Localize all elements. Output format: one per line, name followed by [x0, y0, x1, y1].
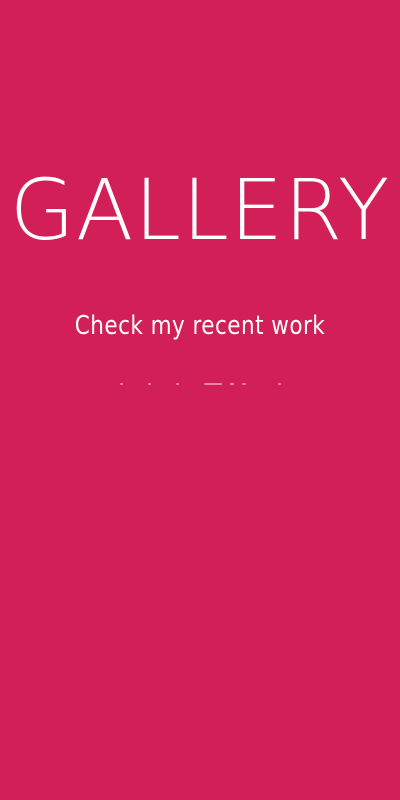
divider-dot — [230, 383, 234, 385]
page-title: GALLERY — [9, 161, 391, 259]
page-subtitle: Check my recent work — [74, 311, 326, 341]
gallery-hero-section: GALLERY Check my recent work — [0, 0, 400, 800]
divider-dot — [278, 383, 281, 385]
decorative-divider — [118, 382, 288, 388]
divider-dot — [242, 383, 246, 385]
divider-dot — [120, 383, 123, 385]
divider-dot — [176, 383, 179, 385]
divider-dot — [148, 383, 151, 385]
divider-dot — [204, 383, 222, 385]
